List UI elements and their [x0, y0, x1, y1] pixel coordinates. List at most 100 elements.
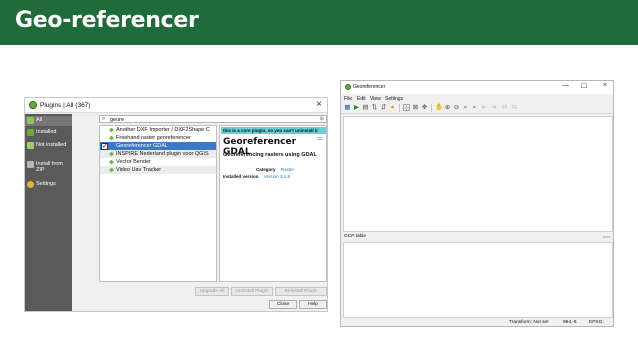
link-georef-icon[interactable]: ⇆ — [511, 104, 518, 111]
menu-bar: File Edit View Settings — [341, 94, 613, 103]
zoom-out-icon[interactable]: ⊖ — [453, 104, 460, 111]
drag-handle-icon: ⌗ — [318, 136, 322, 143]
zoom-next-icon[interactable]: ⇥ — [490, 104, 497, 111]
qgis-logo-icon — [29, 101, 37, 109]
plugin-detail-subtitle: Georeferencing rasters using GDAL — [223, 152, 317, 158]
not-installed-icon — [27, 142, 34, 149]
list-item-label: Another DXF Importer / DXF2Shape C — [116, 127, 210, 133]
qgis-logo-icon — [345, 84, 351, 90]
list-item[interactable]: Vector Bender — [100, 158, 216, 166]
zoom-in-icon[interactable]: ⊕ — [444, 104, 451, 111]
sidebar-item-label: Settings — [36, 181, 56, 187]
sidebar-item-label: Install from ZIP — [36, 161, 63, 173]
transform-status: Transform: Not set — [509, 320, 549, 325]
pan-icon[interactable]: ✋ — [435, 104, 443, 111]
close-button[interactable]: Close — [269, 300, 297, 309]
save-gcp-icon[interactable]: ⇵ — [380, 104, 387, 111]
gear-icon — [27, 181, 34, 188]
plugins-dialog-title: Plugins | All (367) — [40, 102, 91, 109]
close-icon[interactable]: × — [603, 82, 607, 89]
menu-file[interactable]: File — [344, 96, 352, 102]
list-item[interactable]: Video Uav Tracker — [100, 166, 216, 174]
zoom-full-icon[interactable]: ⌕ — [471, 104, 478, 111]
coordinate-readout: 964,-6 — [563, 320, 577, 325]
search-value: geore — [110, 116, 125, 123]
dock-controls-icon[interactable]: ▭▭ — [602, 234, 611, 240]
sidebar-item-label: Not installed — [36, 142, 67, 148]
plugin-icon — [109, 127, 114, 133]
category-label: Category — [256, 167, 276, 172]
list-item-label: INSPIRE Nederland plugin voor QGIS — [116, 151, 209, 157]
plugin-list: Another DXF Importer / DXF2Shape C Freeh… — [99, 125, 217, 282]
zoom-last-icon[interactable]: ⇤ — [481, 104, 488, 111]
list-item-label: Vector Bender — [116, 159, 151, 165]
search-input[interactable]: ⌕ geore ⊗ — [99, 115, 327, 123]
clear-icon[interactable]: ⊗ — [319, 116, 324, 122]
help-button[interactable]: Help — [299, 300, 327, 309]
epsg-label[interactable]: EPSG: — [589, 320, 604, 325]
plugin-icon — [109, 151, 114, 157]
close-icon[interactable]: × — [316, 99, 322, 110]
category-row: Category Raster — [256, 167, 294, 172]
start-georeferencing-icon[interactable]: ▶ — [353, 104, 360, 111]
delete-point-icon[interactable]: ⊠ — [412, 104, 419, 111]
minimize-icon[interactable]: — — [562, 82, 569, 89]
title-banner: Geo-referencer — [0, 0, 638, 45]
plugins-dialog: Plugins | All (367) × All Installed Not … — [24, 97, 328, 312]
category-value: Raster — [280, 167, 295, 172]
georeferencer-window: Georeferencer — ☐ × File Edit View Setti… — [340, 80, 614, 327]
list-item[interactable]: Another DXF Importer / DXF2Shape C — [100, 126, 216, 134]
toolbar-separator — [431, 104, 432, 112]
installed-icon — [27, 129, 34, 136]
core-plugin-notice: this is a core plugin, so you can't unin… — [221, 127, 326, 134]
zoom-layer-icon[interactable]: ⌕ — [462, 104, 469, 111]
version-row: Installed version Version 3.1.9 — [223, 174, 290, 179]
gcp-table-label: GCP table — [344, 234, 367, 239]
zip-icon — [27, 161, 34, 168]
search-icon: ⌕ — [102, 116, 106, 122]
version-value: Version 3.1.9 — [263, 174, 291, 179]
list-item-selected[interactable]: ✓ Georeferencer GDAL — [100, 142, 216, 150]
slide-title: Geo-referencer — [15, 8, 199, 33]
version-label: Installed version — [223, 174, 259, 179]
plugin-icon — [109, 167, 114, 173]
plugin-enabled-checkbox[interactable]: ✓ — [101, 142, 108, 150]
list-item-label: Freehand raster georeferencer — [116, 135, 191, 141]
plugin-icon — [27, 117, 34, 124]
menu-edit[interactable]: Edit — [357, 96, 366, 102]
plugins-titlebar: Plugins | All (367) × — [25, 98, 327, 113]
open-raster-icon[interactable]: ▦ — [344, 104, 351, 111]
uninstall-plugin-button[interactable]: Uninstall Plugin — [231, 287, 273, 296]
maximize-icon[interactable]: ☐ — [581, 82, 587, 90]
menu-view[interactable]: View — [370, 96, 381, 102]
georeferencer-titlebar: Georeferencer — ☐ × — [341, 81, 613, 94]
list-item-label: Video Uav Tracker — [116, 167, 162, 173]
generate-script-icon[interactable]: ▤ — [362, 104, 369, 111]
georeferencer-toolbar: ▦ ▶ ▤ ⇅ ⇵ ● ⊹ ⊠ ✥ ✋ ⊕ ⊖ ⌕ ⌕ ⇤ ⇥ ⇄ ⇆ — [341, 103, 613, 114]
move-gcp-icon[interactable]: ✥ — [421, 104, 428, 111]
reinstall-plugin-button[interactable]: Reinstall Plugin — [275, 287, 327, 296]
load-gcp-icon[interactable]: ⇅ — [371, 104, 378, 111]
list-item[interactable]: INSPIRE Nederland plugin voor QGIS — [100, 150, 216, 158]
sidebar-item-settings[interactable]: Settings — [25, 180, 72, 190]
sidebar-item-installed[interactable]: Installed — [25, 128, 72, 138]
upgrade-all-button[interactable]: Upgrade All — [195, 287, 229, 296]
toolbar-separator — [399, 104, 400, 112]
list-item[interactable]: Freehand raster georeferencer — [100, 134, 216, 142]
georeferencer-canvas[interactable] — [343, 116, 613, 232]
plugin-icon — [109, 135, 114, 141]
menu-settings[interactable]: Settings — [385, 96, 403, 102]
sidebar-item-all[interactable]: All — [25, 116, 72, 126]
settings-icon[interactable]: ● — [389, 104, 396, 111]
add-point-icon[interactable]: ⊹ — [403, 104, 410, 112]
link-qgis-icon[interactable]: ⇄ — [501, 104, 508, 111]
plugin-detail-panel: this is a core plugin, so you can't unin… — [219, 125, 327, 282]
gcp-table-header: GCP table ▭▭ — [343, 234, 613, 241]
georeferencer-title: Georeferencer — [353, 84, 386, 90]
sidebar-item-not-installed[interactable]: Not installed — [25, 141, 72, 151]
plugins-sidebar: All Installed Not installed Install from… — [25, 114, 72, 311]
sidebar-item-label: Installed — [36, 129, 57, 135]
gcp-table[interactable] — [343, 242, 613, 318]
list-item-label: Georeferencer GDAL — [116, 143, 168, 149]
sidebar-item-install-zip[interactable]: Install from ZIP — [25, 160, 72, 176]
